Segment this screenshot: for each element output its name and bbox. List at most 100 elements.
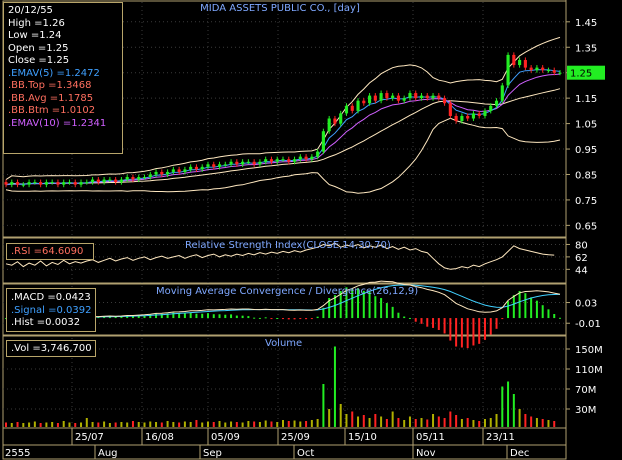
candle-body bbox=[292, 159, 297, 162]
macd-histogram-bar bbox=[155, 313, 158, 319]
candle-body bbox=[67, 182, 72, 184]
macd-histogram-bar bbox=[264, 317, 267, 319]
candle-body bbox=[44, 182, 48, 185]
candle-body bbox=[356, 100, 360, 111]
volume-bar bbox=[126, 422, 129, 427]
macd-histogram-bar bbox=[241, 315, 244, 319]
macd-title: Moving Average Convergence / Divergence(… bbox=[156, 286, 418, 297]
macd-value: .MACD =0.0423 bbox=[11, 292, 91, 303]
macd-histogram-bar bbox=[535, 300, 538, 319]
price-tick-label: 1.35 bbox=[575, 43, 597, 54]
macd-histogram-bar bbox=[206, 313, 209, 319]
volume-bar bbox=[97, 422, 100, 427]
volume-bar bbox=[253, 421, 256, 427]
candle-body bbox=[206, 164, 210, 167]
volume-bar bbox=[443, 418, 446, 427]
candle-body bbox=[223, 164, 227, 166]
candle-body bbox=[4, 182, 8, 185]
volume-bar bbox=[535, 418, 538, 427]
info-low: Low =1.24 bbox=[8, 30, 62, 41]
candle-body bbox=[477, 113, 481, 116]
volume-bar bbox=[218, 421, 221, 427]
candle-body bbox=[391, 95, 395, 99]
candle-body bbox=[558, 72, 562, 74]
candle-body bbox=[552, 70, 556, 73]
volume-bar bbox=[80, 422, 83, 427]
volume-bar bbox=[391, 411, 394, 427]
macd-histogram-bar bbox=[114, 316, 117, 319]
volume-bar bbox=[85, 418, 88, 427]
volume-bar bbox=[149, 421, 152, 427]
volume-bar bbox=[403, 420, 406, 427]
candle-body bbox=[102, 179, 106, 183]
volume-bar bbox=[357, 416, 360, 427]
volume-bar bbox=[310, 420, 313, 427]
volume-bar bbox=[206, 421, 209, 427]
candle-body bbox=[166, 171, 170, 175]
rsi-title: Relative Strength Index(CLOSE,14,30,70) bbox=[185, 240, 391, 251]
candle-body bbox=[171, 169, 175, 172]
volume-bar bbox=[426, 419, 429, 427]
candle-body bbox=[448, 103, 452, 116]
volume-bar bbox=[270, 421, 273, 427]
macd-histogram-bar bbox=[218, 314, 221, 319]
volume-bar bbox=[264, 420, 267, 427]
volume-tick-label: 110M bbox=[575, 365, 603, 376]
volume-bar bbox=[507, 381, 510, 427]
candle-body bbox=[96, 179, 100, 183]
candle-body bbox=[142, 177, 147, 179]
candle-body bbox=[316, 151, 320, 157]
candle-body bbox=[108, 179, 112, 181]
macd-histogram-bar bbox=[391, 306, 394, 319]
volume-bar bbox=[466, 418, 469, 427]
volume-bar bbox=[408, 416, 411, 427]
candle-body bbox=[148, 174, 152, 178]
date-label: 25/07 bbox=[75, 432, 104, 443]
volume-bar bbox=[120, 422, 123, 427]
volume-title: Volume bbox=[265, 338, 302, 349]
candle-body bbox=[200, 166, 204, 170]
candle-body bbox=[408, 93, 412, 99]
volume-bar bbox=[224, 422, 227, 427]
candle-body bbox=[281, 159, 285, 161]
volume-bar bbox=[328, 409, 331, 427]
macd-histogram-bar bbox=[495, 318, 498, 329]
macd-histogram-bar bbox=[547, 309, 550, 319]
macd-histogram-bar bbox=[443, 318, 446, 334]
rsi-tick-label: 80 bbox=[575, 240, 588, 251]
candle-body bbox=[518, 59, 522, 66]
macd-histogram-bar bbox=[253, 317, 256, 319]
candle-body bbox=[131, 177, 135, 180]
volume-bar bbox=[345, 414, 348, 427]
macd-histogram-bar bbox=[472, 318, 475, 346]
volume-bar bbox=[432, 414, 435, 427]
volume-bar bbox=[155, 422, 158, 427]
price-tag-label: 1.25 bbox=[570, 69, 592, 80]
macd-histogram-bar bbox=[189, 312, 192, 319]
candle-body bbox=[500, 85, 504, 101]
volume-bar bbox=[195, 420, 198, 427]
macd-histogram-bar bbox=[299, 318, 302, 320]
volume-bar bbox=[276, 422, 279, 427]
info-high: High =1.26 bbox=[8, 17, 65, 29]
candle-body bbox=[396, 95, 400, 101]
candle-body bbox=[252, 161, 256, 165]
candle-body bbox=[379, 93, 383, 101]
macd-histogram-bar bbox=[235, 315, 238, 319]
candle-body bbox=[275, 159, 279, 162]
macd-histogram-bar bbox=[524, 293, 527, 319]
volume-bar bbox=[247, 421, 250, 427]
candle-body bbox=[327, 118, 331, 132]
signal-value: .Signal =0.0392 bbox=[11, 304, 92, 316]
volume-bar bbox=[166, 421, 169, 427]
candle-body bbox=[541, 67, 545, 71]
macd-histogram-bar bbox=[287, 318, 290, 320]
macd-histogram-bar bbox=[541, 305, 544, 319]
volume-bar bbox=[282, 420, 284, 427]
macd-histogram-bar bbox=[426, 318, 429, 327]
macd-histogram-bar bbox=[316, 316, 319, 319]
candle-body bbox=[160, 171, 164, 175]
rsi-value: .RSI =64.6090 bbox=[11, 246, 84, 257]
candle-body bbox=[39, 182, 43, 185]
ohlc-info-box: 20/12/55 High =1.26 Low =1.24 Open =1.25… bbox=[3, 2, 123, 154]
